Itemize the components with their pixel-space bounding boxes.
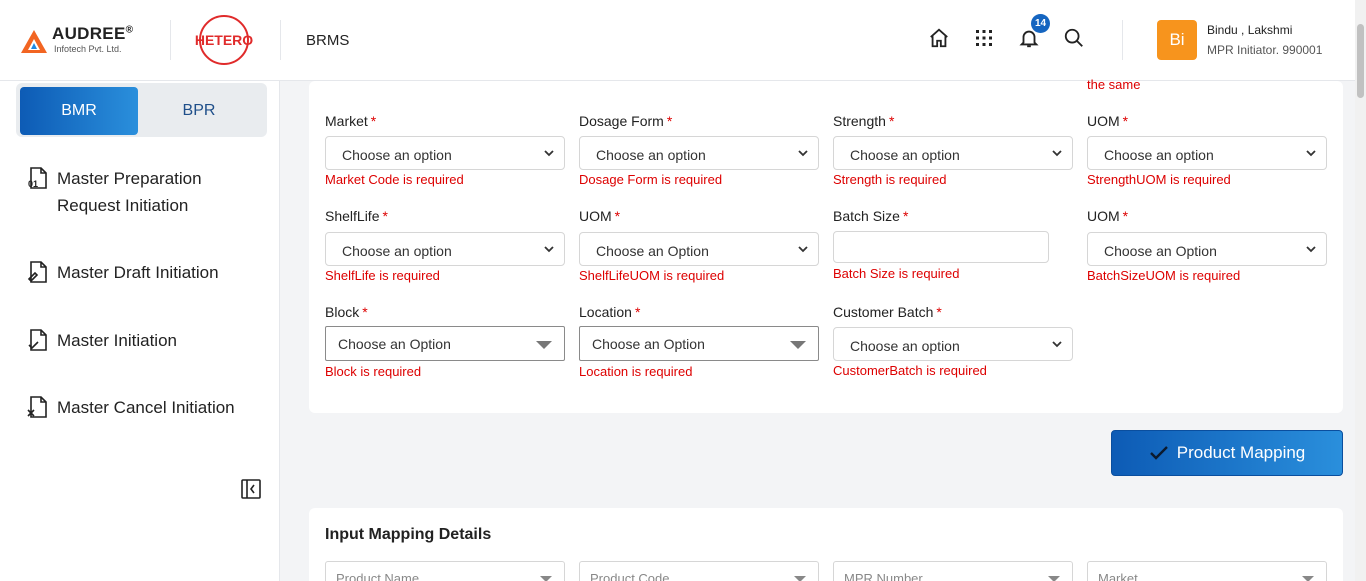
batch-size-uom-select[interactable]: Choose an Option: [1087, 232, 1327, 266]
hetero-logo: HETERO: [195, 15, 253, 65]
search-icon[interactable]: [1061, 25, 1087, 51]
dosage-form-label: Dosage Form *: [579, 113, 673, 129]
strength-uom-error: StrengthUOM is required: [1087, 172, 1231, 187]
notification-badge: 14: [1031, 14, 1050, 33]
input-mapping-title: Input Mapping Details: [325, 526, 492, 543]
product-code-filter[interactable]: Product Code: [579, 561, 819, 581]
tab-bmr[interactable]: BMR: [20, 87, 138, 135]
dosage-form-error: Dosage Form is required: [579, 172, 723, 187]
customer-batch-select[interactable]: Choose an option: [833, 327, 1073, 361]
chevron-down-icon: [1306, 246, 1316, 253]
document-check-icon: [28, 329, 47, 351]
audree-logo[interactable]: AUDREE® Infotech Pvt. Ltd.: [20, 22, 150, 58]
batch-size-input[interactable]: [833, 231, 1049, 263]
header-divider: [1122, 20, 1123, 60]
market-error: Market Code is required: [325, 172, 464, 187]
home-icon[interactable]: [926, 25, 952, 51]
product-mapping-button[interactable]: Product Mapping: [1111, 430, 1343, 476]
brand-subtitle: Infotech Pvt. Ltd.: [54, 44, 122, 54]
batch-size-uom-error: BatchSizeUOM is required: [1087, 268, 1241, 283]
customer-batch-label: Customer Batch *: [833, 304, 942, 320]
module-switch: BMR BPR: [16, 83, 267, 137]
chevron-down-icon: [1052, 150, 1062, 157]
strength-uom-select[interactable]: Choose an option: [1087, 136, 1327, 170]
chevron-down-icon: [1306, 150, 1316, 157]
batch-size-label: Batch Size *: [833, 208, 909, 224]
apps-grid-icon[interactable]: [971, 25, 997, 51]
sidebar-item-label: Master Cancel Initiation: [57, 398, 235, 417]
scrollbar-thumb[interactable]: [1357, 24, 1364, 98]
check-icon: [1149, 446, 1168, 460]
svg-text:01: 01: [28, 179, 38, 189]
audree-logo-icon: [21, 30, 47, 53]
header-divider: [280, 20, 281, 60]
dropdown-arrow-icon: [536, 341, 552, 349]
strength-select[interactable]: Choose an option: [833, 136, 1073, 170]
collapse-sidebar-icon[interactable]: [240, 478, 262, 500]
shelf-life-uom-select[interactable]: Choose an Option: [579, 232, 819, 266]
tab-bpr[interactable]: BPR: [140, 87, 258, 135]
sidebar-item-master-initiation[interactable]: Master Initiation: [26, 327, 247, 354]
shelf-life-select[interactable]: Choose an option: [325, 232, 565, 266]
chevron-down-icon: [544, 246, 554, 253]
avatar[interactable]: Bi: [1157, 20, 1197, 60]
chevron-down-icon: [798, 246, 808, 253]
sidebar-item-label: Master Draft Initiation: [57, 263, 219, 282]
shelf-life-uom-error: ShelfLifeUOM is required: [579, 268, 725, 283]
location-select[interactable]: Choose an Option: [579, 326, 819, 361]
sidebar-item-master-cancel[interactable]: Master Cancel Initiation: [26, 394, 247, 421]
block-error: Block is required: [325, 364, 422, 379]
document-cancel-icon: [27, 396, 47, 418]
chevron-down-icon: [798, 150, 808, 157]
market-label: Market *: [325, 113, 377, 129]
sidebar-item-master-preparation-request[interactable]: 01 Master Preparation Request Initiation: [26, 165, 247, 219]
shelf-life-error: ShelfLife is required: [325, 268, 440, 283]
strength-label: Strength *: [833, 113, 895, 129]
header-divider: [170, 20, 171, 60]
sidebar-item-label: Master Initiation: [57, 331, 177, 350]
dropdown-arrow-icon: [794, 576, 806, 581]
dropdown-arrow-icon: [790, 341, 806, 349]
market-filter[interactable]: Market: [1087, 561, 1327, 581]
strength-uom-label: UOM *: [1087, 113, 1129, 129]
block-select[interactable]: Choose an Option: [325, 326, 565, 361]
dropdown-arrow-icon: [1302, 576, 1314, 581]
strength-error: Strength is required: [833, 172, 947, 187]
chevron-down-icon: [1052, 341, 1062, 348]
mpr-number-filter[interactable]: MPR Number: [833, 561, 1073, 581]
sidebar-item-label: Master Preparation Request Initiation: [57, 169, 202, 215]
location-error: Location is required: [579, 364, 693, 379]
chevron-down-icon: [544, 150, 554, 157]
dropdown-arrow-icon: [540, 576, 552, 581]
block-label: Block *: [325, 304, 368, 320]
user-role: MPR Initiator. 990001: [1207, 43, 1323, 57]
customer-batch-error: CustomerBatch is required: [833, 363, 987, 378]
app-name: BRMS: [306, 32, 350, 49]
location-label: Location *: [579, 304, 641, 320]
document-edit-icon: [27, 261, 47, 283]
top-error-text: the same: [1087, 77, 1141, 92]
page-scrollbar[interactable]: [1355, 0, 1366, 581]
top-header: AUDREE® Infotech Pvt. Ltd. HETERO BRMS 1…: [0, 0, 1366, 81]
market-select[interactable]: Choose an option: [325, 136, 565, 170]
document-number-icon: 01: [28, 167, 47, 189]
brand-name: AUDREE®: [52, 24, 134, 43]
user-name: Bindu , Lakshmi: [1207, 23, 1293, 37]
shelf-life-uom-label: UOM *: [579, 208, 621, 224]
batch-size-uom-label: UOM *: [1087, 208, 1129, 224]
product-name-filter[interactable]: Product Name: [325, 561, 565, 581]
dropdown-arrow-icon: [1048, 576, 1060, 581]
svg-text:HETERO: HETERO: [195, 32, 253, 48]
batch-size-error: Batch Size is required: [833, 266, 960, 281]
sidebar: BMR BPR 01 Master Preparation Request In…: [0, 81, 280, 581]
shelf-life-label: ShelfLife *: [325, 208, 388, 224]
dosage-form-select[interactable]: Choose an option: [579, 136, 819, 170]
product-mapping-label: Product Mapping: [1176, 443, 1306, 462]
sidebar-item-master-draft[interactable]: Master Draft Initiation: [26, 259, 247, 286]
